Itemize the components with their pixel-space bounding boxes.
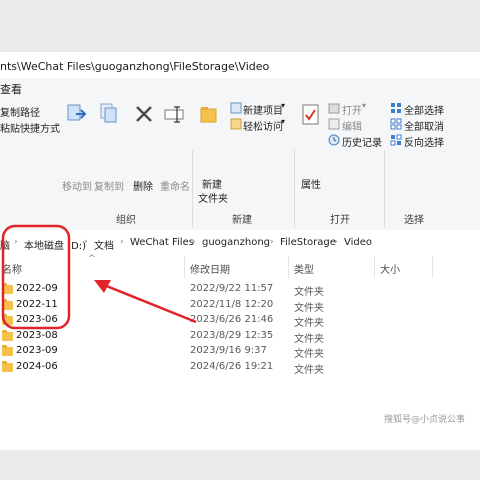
highlight-circle <box>1 224 71 330</box>
watermark: 搜狐号@小贞说公事 <box>384 415 466 425</box>
pointer-arrow-shaft <box>103 283 197 324</box>
annotation-layer <box>1 224 197 330</box>
